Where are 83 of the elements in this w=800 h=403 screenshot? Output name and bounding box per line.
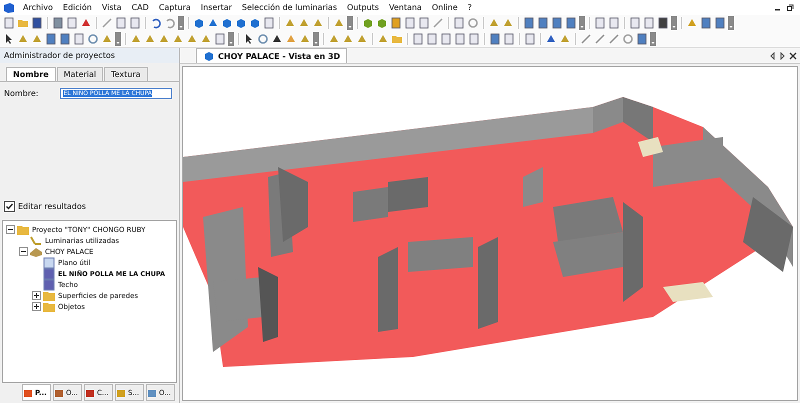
cube-icon: [203, 50, 215, 62]
page-icon[interactable]: [524, 33, 536, 45]
folder-icon: [42, 300, 56, 312]
toolbar-dropdown-icon[interactable]: [728, 16, 734, 30]
circle-icon[interactable]: [467, 17, 479, 29]
menu-item[interactable]: Vista: [102, 3, 122, 12]
toolbar-dropdown-icon[interactable]: [579, 16, 585, 30]
line-icon[interactable]: [594, 33, 606, 45]
menu-item[interactable]: Insertar: [200, 3, 232, 12]
page-icon[interactable]: [3, 17, 15, 29]
page-icon[interactable]: [129, 17, 141, 29]
pointer-icon[interactable]: [243, 33, 255, 45]
expander-icon[interactable]: [19, 247, 28, 256]
page-icon[interactable]: [453, 17, 465, 29]
page-icon[interactable]: [418, 17, 430, 29]
field-label: Nombre:: [4, 89, 38, 98]
expander-icon[interactable]: [32, 291, 41, 300]
magnifier-icon[interactable]: [87, 33, 99, 45]
tab[interactable]: Material: [56, 67, 104, 81]
tab-icon: [147, 388, 157, 398]
checkbox[interactable]: [4, 201, 15, 212]
tab[interactable]: Textura: [104, 67, 148, 81]
menu-item[interactable]: CAD: [132, 3, 149, 12]
cube-icon[interactable]: [376, 17, 388, 29]
redo-icon[interactable]: [164, 17, 176, 29]
page-icon[interactable]: [454, 33, 466, 45]
cube-icon[interactable]: [221, 17, 233, 29]
menu-item[interactable]: Outputs: [347, 3, 379, 12]
page-icon[interactable]: [468, 33, 480, 45]
cube-icon[interactable]: [362, 17, 374, 29]
menu-item[interactable]: Online: [432, 3, 458, 12]
menu-item[interactable]: Selección de luminarias: [242, 3, 337, 12]
page-icon[interactable]: [594, 17, 606, 29]
surface-icon: [42, 278, 56, 290]
page-icon[interactable]: [412, 33, 424, 45]
expander-icon[interactable]: [6, 225, 15, 234]
page-icon[interactable]: [426, 33, 438, 45]
tab-icon: [116, 388, 126, 398]
page-icon[interactable]: [404, 17, 416, 29]
checkbox-label: Editar resultados: [18, 202, 86, 211]
page-icon[interactable]: [214, 33, 226, 45]
page-icon[interactable]: [608, 17, 620, 29]
toolbar-dropdown-icon[interactable]: [228, 32, 234, 46]
page-icon[interactable]: [440, 33, 452, 45]
page-icon[interactable]: [115, 17, 127, 29]
toolbar-dropdown-icon[interactable]: [347, 16, 353, 30]
undo-icon[interactable]: [150, 17, 162, 29]
page-icon[interactable]: [643, 17, 655, 29]
toolbar-dropdown-icon[interactable]: [115, 32, 121, 46]
restore-icon[interactable]: [786, 4, 794, 12]
expander-icon[interactable]: [32, 302, 41, 311]
close-icon[interactable]: [789, 52, 797, 60]
scroll-right-icon[interactable]: [779, 52, 786, 60]
cube-icon[interactable]: [235, 17, 247, 29]
page-icon[interactable]: [73, 33, 85, 45]
toolbar-dropdown-icon[interactable]: [178, 16, 184, 30]
menu-item[interactable]: Ventana: [388, 3, 422, 12]
cube-icon[interactable]: [193, 17, 205, 29]
menu-item[interactable]: ?: [468, 3, 472, 12]
cube-icon[interactable]: [249, 17, 261, 29]
menu-item[interactable]: Archivo: [23, 3, 53, 12]
surface-icon: [42, 268, 56, 280]
view-tab[interactable]: CHOY PALACE - Vista en 3D: [196, 48, 348, 63]
line-icon[interactable]: [608, 33, 620, 45]
menu-item[interactable]: Captura: [158, 3, 191, 12]
toolbar-dropdown-icon[interactable]: [313, 32, 319, 46]
tab-icon: [54, 388, 64, 398]
room-icon: [29, 246, 43, 258]
menu-item[interactable]: Edición: [62, 3, 92, 12]
tab-icon: [23, 388, 33, 398]
pointer-icon[interactable]: [3, 33, 15, 45]
page-icon[interactable]: [503, 33, 515, 45]
page-icon[interactable]: [629, 17, 641, 29]
folder-icon: [16, 224, 30, 236]
page-icon[interactable]: [263, 17, 275, 29]
tab[interactable]: Nombre: [6, 67, 56, 81]
scroll-left-icon[interactable]: [769, 52, 776, 60]
folder-icon: [42, 290, 56, 302]
surface-icon: [42, 256, 56, 268]
page-icon[interactable]: [66, 17, 78, 29]
tab-icon: [85, 388, 95, 398]
line-icon[interactable]: [580, 33, 592, 45]
panel-title: Administrador de proyectos: [0, 48, 179, 63]
